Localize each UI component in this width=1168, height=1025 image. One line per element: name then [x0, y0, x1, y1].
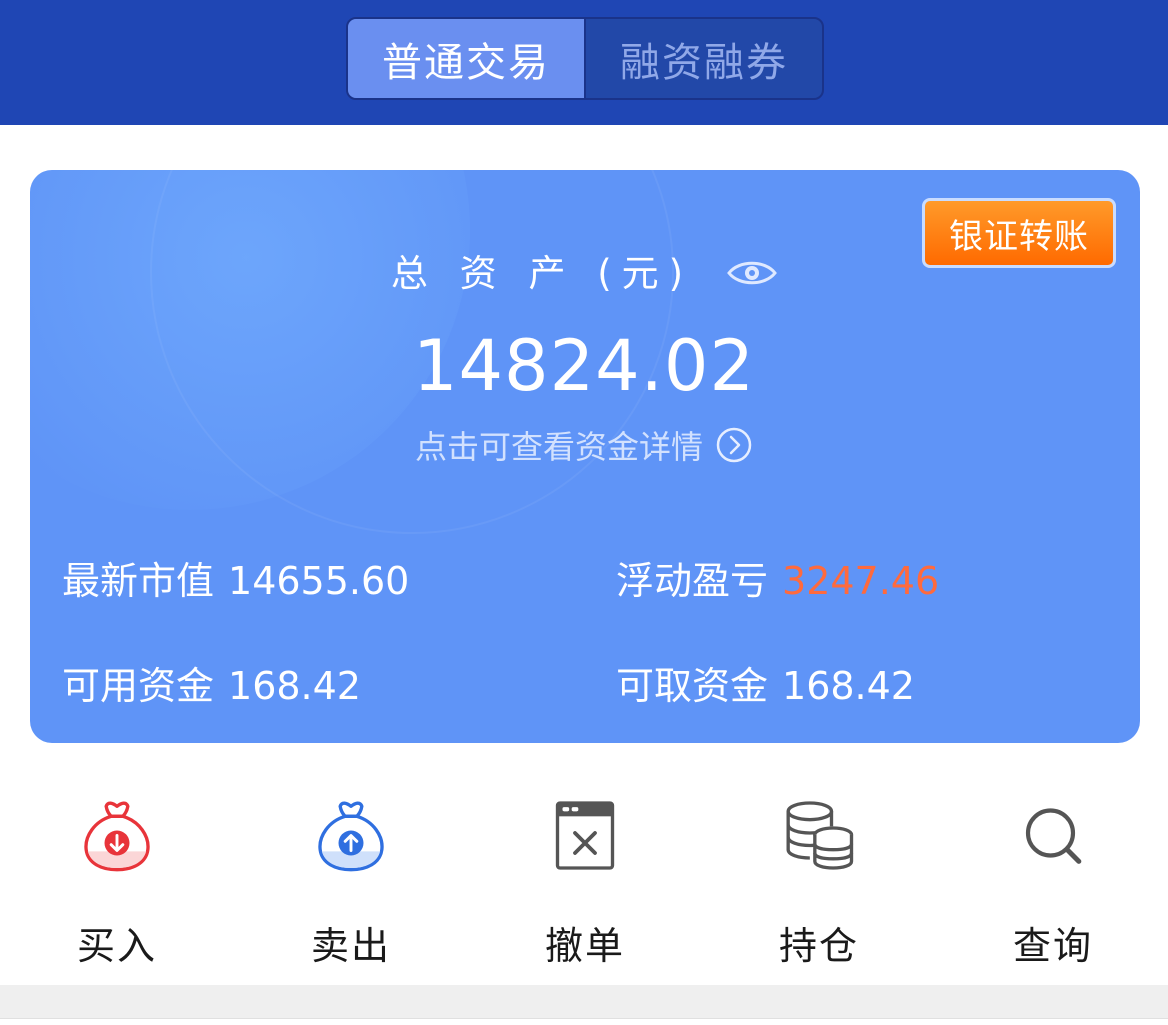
sell-button[interactable]: 卖出	[234, 790, 468, 970]
query-button[interactable]: 查询	[936, 790, 1168, 970]
market-value-stat: 最新市值 14655.60	[62, 550, 409, 605]
float-pl-stat: 浮动盈亏 3247.46	[616, 550, 939, 605]
total-assets-header: 总 资 产 (元)	[0, 240, 1168, 300]
positions-button[interactable]: 持仓	[702, 790, 936, 970]
sell-label: 卖出	[310, 924, 391, 968]
total-assets-label: 总 资 产 (元)	[390, 252, 694, 295]
sell-bag-icon	[318, 801, 384, 872]
search-icon	[1025, 808, 1082, 864]
tab-margin-trading[interactable]: 融资融券	[586, 19, 822, 98]
withdrawable-funds-stat: 可取资金 168.42	[616, 655, 915, 710]
market-value-label: 最新市值	[62, 559, 215, 603]
fund-details-link[interactable]: 点击可查看资金详情	[0, 420, 1168, 470]
cancel-order-label: 撤单	[544, 924, 625, 968]
top-bar: 普通交易 融资融券	[0, 0, 1168, 125]
chevron-right-circle-icon	[716, 427, 752, 463]
eye-icon[interactable]	[727, 258, 777, 288]
market-value: 14655.60	[228, 559, 410, 603]
cancel-order-button[interactable]: 撤单	[468, 790, 702, 970]
available-funds-label: 可用资金	[62, 664, 215, 708]
query-label: 查询	[1012, 924, 1093, 968]
positions-label: 持仓	[778, 924, 859, 968]
buy-button[interactable]: 买入	[0, 790, 234, 970]
available-funds-value: 168.42	[228, 664, 361, 708]
fund-details-label: 点击可查看资金详情	[414, 428, 703, 466]
cancel-order-icon	[555, 801, 615, 870]
available-funds-stat: 可用资金 168.42	[62, 655, 361, 710]
float-pl-label: 浮动盈亏	[616, 559, 769, 603]
trade-mode-switch: 普通交易 融资融券	[346, 17, 824, 100]
coins-stack-icon	[786, 801, 854, 870]
tab-normal-trading[interactable]: 普通交易	[348, 19, 586, 98]
buy-label: 买入	[76, 924, 157, 968]
float-pl-value: 3247.46	[782, 559, 940, 603]
buy-bag-icon	[84, 801, 150, 872]
withdrawable-funds-label: 可取资金	[616, 664, 769, 708]
action-grid: 买入 卖出 撤单 持仓 查询	[0, 790, 1168, 970]
bottom-divider-band	[0, 985, 1168, 1025]
withdrawable-funds-value: 168.42	[782, 664, 915, 708]
total-assets-value: 14824.02	[412, 325, 755, 407]
